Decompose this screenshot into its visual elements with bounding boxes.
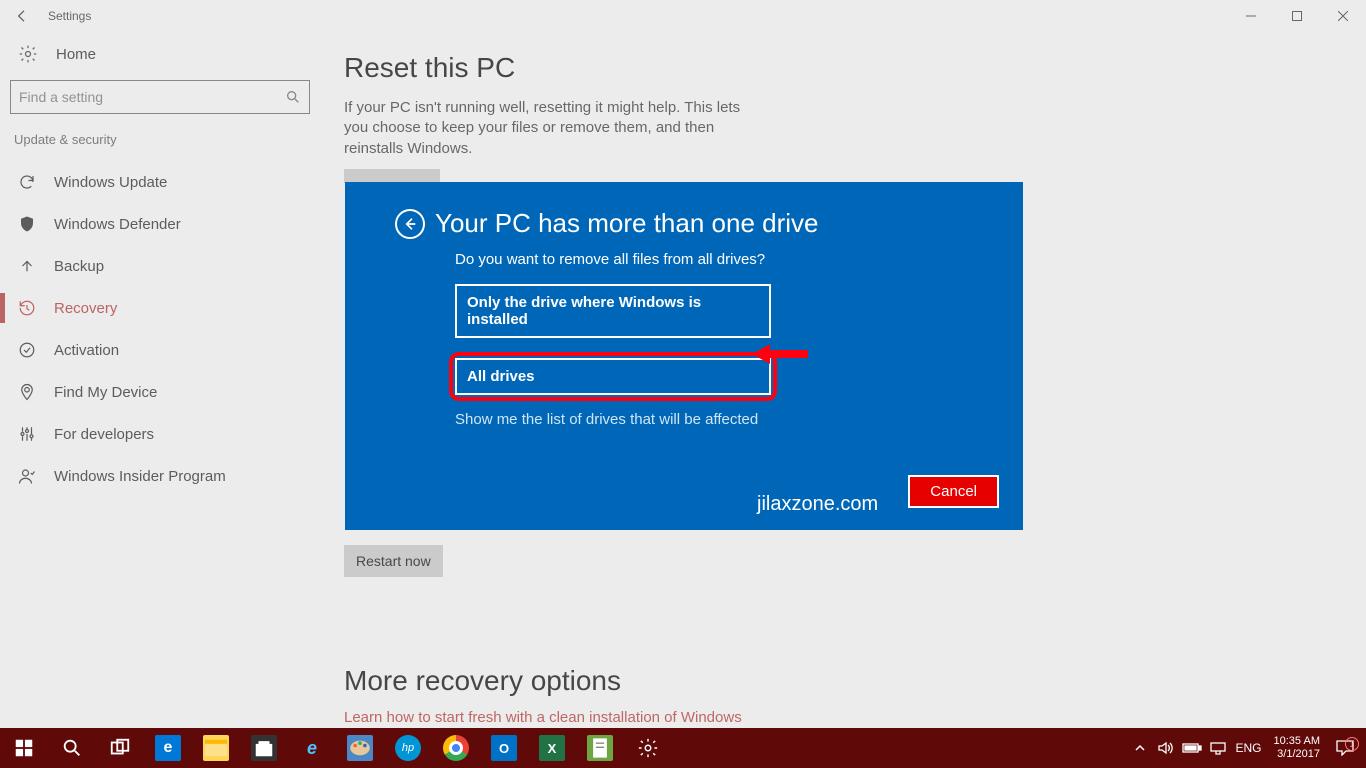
sidebar-item-windows-update[interactable]: Windows Update [10,161,310,203]
windows-store-icon[interactable] [240,728,288,768]
notification-badge: 1 [1345,737,1359,751]
reset-pc-heading: Reset this PC [344,52,1366,84]
volume-icon[interactable] [1154,728,1178,768]
search-icon [285,89,301,105]
sidebar-item-label: Windows Update [54,174,167,191]
sidebar-item-recovery[interactable]: Recovery [10,287,310,329]
tray-chevron-icon[interactable] [1128,728,1152,768]
hp-app-icon[interactable]: hp [384,728,432,768]
show-drive-list-link[interactable]: Show me the list of drives that will be … [455,411,999,428]
outlook-icon[interactable]: O [480,728,528,768]
file-explorer-icon[interactable] [192,728,240,768]
clock-date: 3/1/2017 [1274,748,1320,761]
option-only-windows-drive[interactable]: Only the drive where Windows is installe… [455,284,771,338]
language-indicator[interactable]: ENG [1232,741,1266,755]
annotation-highlight-ring: All drives [449,352,777,401]
search-input[interactable] [19,89,285,105]
gear-icon [18,44,38,64]
sync-icon [18,173,36,191]
drive-selection-dialog: Your PC has more than one drive Do you w… [345,182,1023,530]
reset-pc-description: If your PC isn't running well, resetting… [344,98,764,159]
location-icon [18,383,36,401]
sidebar-item-windows-insider[interactable]: Windows Insider Program [10,455,310,497]
sidebar-item-label: Activation [54,342,119,359]
search-settings[interactable] [10,80,310,114]
sidebar-item-label: Windows Insider Program [54,468,226,485]
edge-browser-icon[interactable]: e [144,728,192,768]
get-started-button-obscured[interactable] [344,169,440,183]
minimize-button[interactable] [1228,0,1274,32]
action-center-icon[interactable]: 1 [1328,740,1362,756]
start-button[interactable] [0,728,48,768]
cancel-button[interactable]: Cancel [908,475,999,508]
notepad-icon[interactable] [576,728,624,768]
watermark-text: jilaxzone.com [757,493,878,516]
shield-icon [18,215,36,233]
tools-icon [18,425,36,443]
chrome-icon[interactable] [432,728,480,768]
sidebar-item-for-developers[interactable]: For developers [10,413,310,455]
check-circle-icon [18,341,36,359]
dialog-question: Do you want to remove all files from all… [455,251,999,268]
sidebar-home[interactable]: Home [10,32,310,76]
sidebar-item-backup[interactable]: Backup [10,245,310,287]
paint-icon[interactable] [336,728,384,768]
option-all-drives[interactable]: All drives [455,358,771,395]
sidebar-item-label: For developers [54,426,154,443]
sidebar-item-windows-defender[interactable]: Windows Defender [10,203,310,245]
restart-now-button[interactable]: Restart now [344,545,443,577]
search-taskbar-button[interactable] [48,728,96,768]
close-button[interactable] [1320,0,1366,32]
window-titlebar: Settings [0,0,1366,32]
sidebar-group-label: Update & security [10,132,310,147]
annotation-arrow-icon [750,340,810,373]
history-icon [18,299,36,317]
sidebar-item-find-my-device[interactable]: Find My Device [10,371,310,413]
battery-icon[interactable] [1180,728,1204,768]
sidebar-item-label: Backup [54,258,104,275]
sidebar: Home Update & security Windows Update Wi… [0,32,320,728]
sidebar-item-label: Find My Device [54,384,157,401]
dialog-back-button[interactable] [395,209,425,239]
more-recovery-heading: More recovery options [344,665,1366,697]
home-label: Home [56,46,96,63]
backup-arrow-icon [18,257,36,275]
taskbar-clock[interactable]: 10:35 AM 3/1/2017 [1268,735,1326,760]
window-title: Settings [48,9,91,23]
dialog-title: Your PC has more than one drive [435,208,819,239]
back-button[interactable] [10,4,34,28]
maximize-button[interactable] [1274,0,1320,32]
clock-time: 10:35 AM [1274,735,1320,748]
settings-taskbar-icon[interactable] [624,728,672,768]
sidebar-item-label: Windows Defender [54,216,181,233]
taskbar: e e hp O X ENG 10:35 AM 3/1/2017 1 [0,728,1366,768]
person-icon [18,467,36,485]
task-view-button[interactable] [96,728,144,768]
start-fresh-link[interactable]: Learn how to start fresh with a clean in… [344,709,742,726]
excel-icon[interactable]: X [528,728,576,768]
sidebar-item-activation[interactable]: Activation [10,329,310,371]
sidebar-item-label: Recovery [54,300,117,317]
network-icon[interactable] [1206,728,1230,768]
internet-explorer-icon[interactable]: e [288,728,336,768]
